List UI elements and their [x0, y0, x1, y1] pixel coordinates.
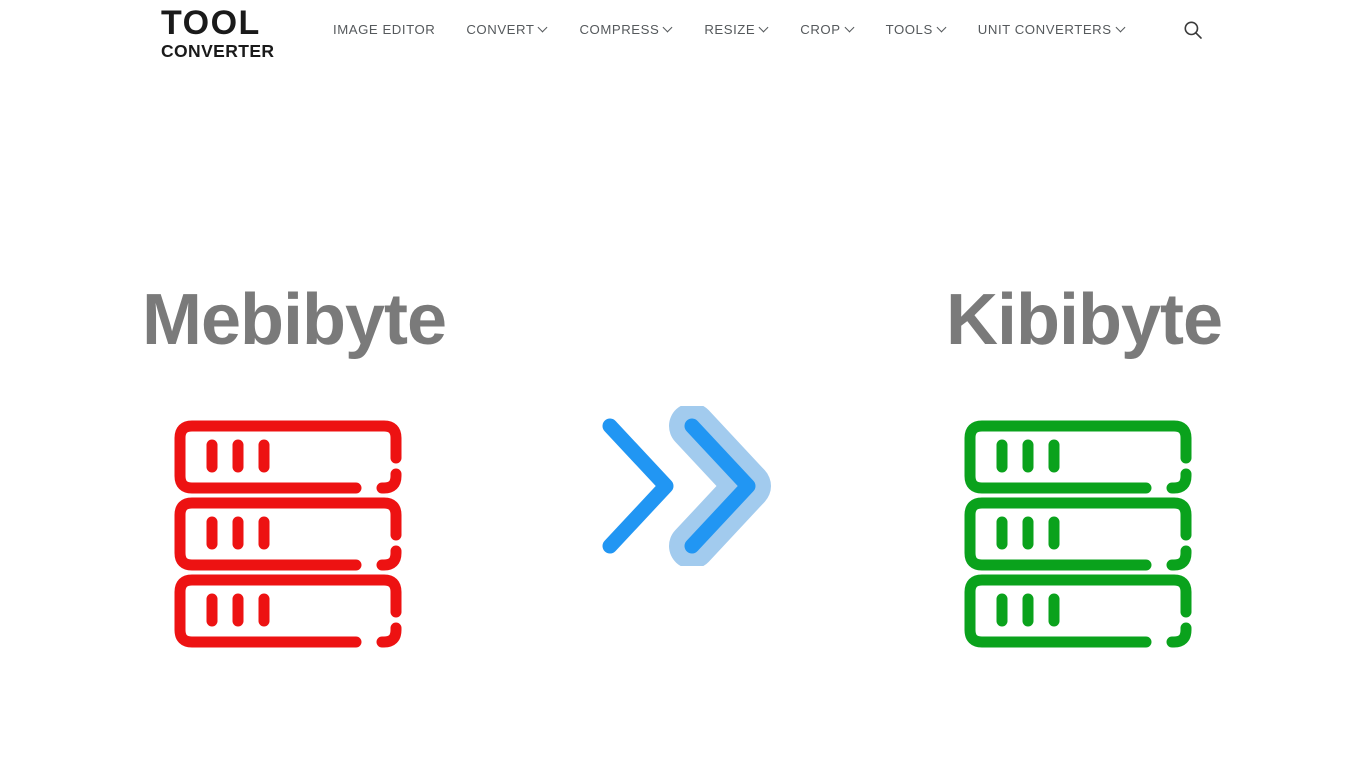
- source-unit-icon-wrap: [174, 420, 414, 653]
- source-unit-title: Mebibyte: [141, 280, 447, 360]
- chevron-outline: [602, 418, 674, 554]
- chevron-down-icon: [846, 24, 855, 33]
- site-logo[interactable]: TOOL CONVERTER: [161, 6, 274, 61]
- nav-item-convert[interactable]: CONVERT: [466, 20, 564, 40]
- nav-item-label: UNIT CONVERTERS: [977, 22, 1112, 37]
- target-unit-icon-wrap: [964, 420, 1204, 653]
- server-stack-icon: [174, 420, 402, 648]
- nav-item-compress[interactable]: COMPRESS: [579, 20, 689, 40]
- unit-conversion-hero: Mebibyte Kibibyte: [0, 62, 1366, 768]
- chevron-down-icon: [539, 24, 548, 33]
- nav-item-unit-converters[interactable]: UNIT CONVERTERS: [978, 20, 1142, 40]
- nav-item-crop[interactable]: CROP: [800, 20, 870, 40]
- chevron-down-icon: [938, 24, 947, 33]
- server-stack-icon: [964, 420, 1192, 648]
- nav-item-label: IMAGE EDITOR: [333, 22, 436, 37]
- nav-item-label: CROP: [800, 22, 841, 37]
- main-navigation: IMAGE EDITOR CONVERT COMPRESS RESIZE CRO…: [333, 20, 1142, 40]
- logo-line-secondary: CONVERTER: [161, 41, 275, 61]
- source-unit-block: Mebibyte: [64, 272, 524, 653]
- site-header: TOOL CONVERTER IMAGE EDITOR CONVERT COMP…: [0, 0, 1366, 62]
- nav-item-label: CONVERT: [466, 22, 535, 37]
- target-unit-block: Kibibyte: [854, 272, 1314, 653]
- nav-item-image-editor[interactable]: IMAGE EDITOR: [333, 20, 451, 40]
- nav-item-label: COMPRESS: [579, 22, 660, 37]
- chevron-down-icon: [664, 24, 673, 33]
- double-chevron-right-icon: [602, 403, 771, 569]
- chevron-down-icon: [760, 24, 769, 33]
- nav-item-tools[interactable]: TOOLS: [886, 20, 963, 40]
- search-icon: [1184, 21, 1202, 39]
- chevron-down-icon: [1117, 24, 1126, 33]
- logo-line-primary: TOOL: [161, 4, 261, 42]
- search-button[interactable]: [1180, 17, 1206, 43]
- nav-item-label: TOOLS: [885, 22, 933, 37]
- nav-item-resize[interactable]: RESIZE: [704, 20, 785, 40]
- conversion-arrow: [588, 403, 780, 569]
- nav-item-label: RESIZE: [704, 22, 756, 37]
- target-unit-title: Kibibyte: [945, 280, 1223, 360]
